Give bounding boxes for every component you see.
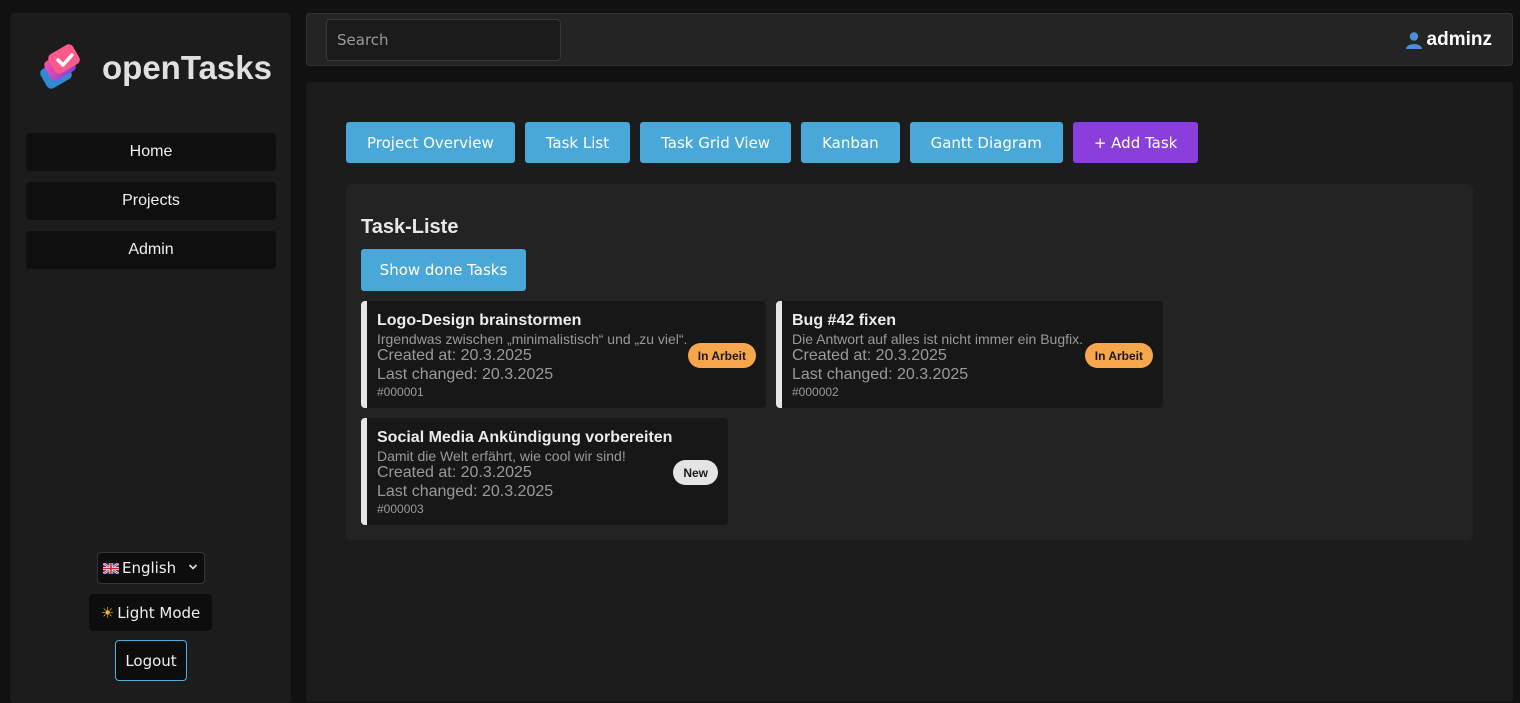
task-title: Social Media Ankündigung vorbereiten [377,429,673,446]
light-mode-button[interactable]: ☀ Light Mode [89,594,212,631]
task-created-date: Created at: 20.3.2025 [377,347,532,364]
app-name: openTasks [102,49,272,86]
task-description: Die Antwort auf alles ist nicht immer ei… [792,331,1084,347]
task-changed-date: Last changed: 20.3.2025 [377,483,554,500]
main-content: Project Overview Task List Task Grid Vie… [306,82,1513,702]
task-list-button[interactable]: Task List [524,122,631,163]
task-card[interactable]: Bug #42 fixen Die Antwort auf alles ist … [776,301,1163,408]
username: adminz [1426,29,1492,50]
kanban-button[interactable]: Kanban [801,122,900,163]
task-title: Bug #42 fixen [792,312,897,329]
task-list-panel: Task-Liste Show done Tasks Logo-Design b… [346,184,1473,540]
task-card[interactable]: Logo-Design brainstormen Irgendwas zwisc… [361,301,766,408]
task-created-date: Created at: 20.3.2025 [377,464,532,481]
add-task-button[interactable]: + Add Task [1072,122,1199,163]
project-overview-button[interactable]: Project Overview [346,122,515,163]
app-logo-icon [40,44,80,89]
top-bar: adminz [306,13,1513,66]
status-badge: In Arbeit [1084,343,1153,368]
task-card[interactable]: Social Media Ankündigung vorbereiten Dam… [361,418,728,525]
logout-button[interactable]: Logout [115,640,187,681]
panel-title: Task-Liste [361,216,459,238]
uk-flag-icon [103,562,119,574]
task-id: #000003 [377,502,424,516]
status-badge: New [673,460,718,485]
sun-icon: ☀ [100,603,115,622]
user-icon [1405,32,1422,49]
user-menu[interactable]: adminz [1405,29,1492,51]
language-select[interactable]: English [97,552,205,584]
task-grid-view-button[interactable]: Task Grid View [640,122,792,163]
sidebar-item-home[interactable]: Home [26,133,276,171]
search-input[interactable] [326,19,561,61]
task-changed-date: Last changed: 20.3.2025 [792,366,969,383]
task-changed-date: Last changed: 20.3.2025 [377,366,554,383]
light-mode-label: Light Mode [117,603,201,622]
view-switcher: Project Overview Task List Task Grid Vie… [346,122,1199,163]
show-done-tasks-button[interactable]: Show done Tasks [361,249,526,291]
task-description: Damit die Welt erfährt, wie cool wir sin… [377,448,626,464]
sidebar-item-admin[interactable]: Admin [26,231,276,269]
task-id: #000001 [377,385,424,399]
gantt-diagram-button[interactable]: Gantt Diagram [909,122,1063,163]
sidebar: openTasks Home Projects Admin English ☀ … [10,13,291,703]
sidebar-item-projects[interactable]: Projects [26,182,276,220]
task-created-date: Created at: 20.3.2025 [792,347,947,364]
status-badge: In Arbeit [687,343,756,368]
chevron-down-icon [188,564,198,570]
task-id: #000002 [792,385,839,399]
language-label: English [122,559,177,577]
task-description: Irgendwas zwischen „minimalistisch“ und … [377,331,688,347]
task-title: Logo-Design brainstormen [377,312,582,329]
logo[interactable]: openTasks [36,43,272,93]
